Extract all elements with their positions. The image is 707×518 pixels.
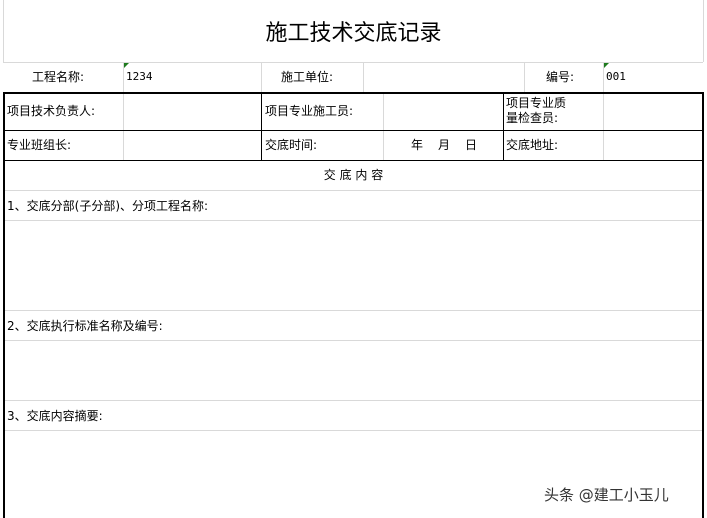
constructor-label: 项目专业施工员: <box>265 104 354 118</box>
project-name-label: 工程名称: <box>32 70 85 84</box>
gridline <box>524 62 525 92</box>
border <box>3 160 704 161</box>
border <box>3 92 704 94</box>
page-title: 施工技术交底记录 <box>265 21 442 46</box>
time-label: 交底时间: <box>265 138 318 152</box>
watermark: 头条 @建工小玉儿 <box>544 486 669 504</box>
qc-label-line1: 项目专业质 <box>506 96 567 110</box>
border <box>3 130 704 131</box>
gridline <box>603 62 604 160</box>
cell-note-marker <box>604 63 609 68</box>
year-label: 年 <box>411 138 424 152</box>
border <box>261 92 262 160</box>
qc-label-line2: 量检查员: <box>506 111 559 125</box>
gridline <box>123 62 124 160</box>
gridline <box>4 400 702 401</box>
section-2-label: 2、交底执行标准名称及编号: <box>7 319 163 333</box>
project-name-cell[interactable]: 1234 <box>126 70 153 84</box>
gridline <box>383 92 384 160</box>
unit-cell[interactable] <box>364 70 524 84</box>
gridline <box>4 430 702 431</box>
team-lead-label: 专业班组长: <box>7 138 72 152</box>
border <box>3 92 5 518</box>
gridline <box>4 190 702 191</box>
gridline <box>3 62 703 63</box>
border <box>503 92 504 160</box>
unit-label: 施工单位: <box>281 70 334 84</box>
tech-lead-label: 项目技术负责人: <box>7 104 96 118</box>
number-cell[interactable]: 001 <box>606 70 626 84</box>
section-3-label: 3、交底内容摘要: <box>7 409 103 423</box>
gridline <box>4 220 702 221</box>
day-label: 日 <box>465 138 478 152</box>
address-label: 交底地址: <box>506 138 559 152</box>
number-label: 编号: <box>546 70 575 84</box>
gridline <box>4 340 702 341</box>
cell-note-marker <box>124 63 129 68</box>
section-1-label: 1、交底分部(子分部)、分项工程名称: <box>7 199 209 213</box>
section-header: 交 底 内 容 <box>323 168 384 182</box>
gridline <box>4 310 702 311</box>
month-label: 月 <box>438 138 451 152</box>
gridline <box>261 62 262 92</box>
border <box>702 92 704 518</box>
